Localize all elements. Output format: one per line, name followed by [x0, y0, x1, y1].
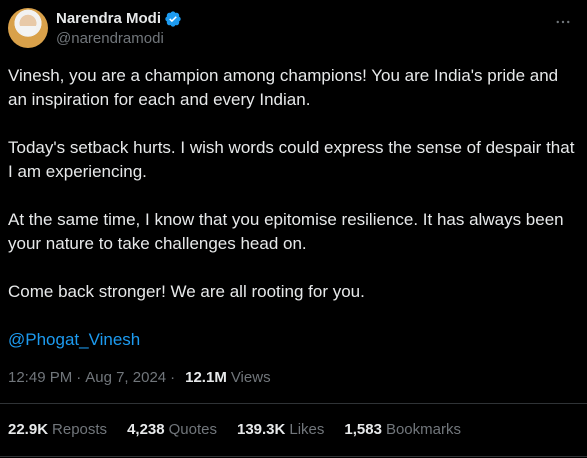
meta-separator: · [76, 369, 82, 386]
stat-number: 4,238 [127, 421, 165, 438]
stat-number: 1,583 [344, 421, 382, 438]
stat-bookmarks[interactable]: 1,583 Bookmarks [344, 420, 461, 440]
divider [0, 403, 587, 404]
tweet-paragraph: At the same time, I know that you epitom… [8, 210, 564, 253]
engagement-stats: 22.9K Reposts 4,238 Quotes 139.3K Likes … [8, 420, 481, 440]
tweet-time[interactable]: 12:49 PM [8, 368, 72, 388]
stat-label: Reposts [52, 421, 108, 438]
mention-link[interactable]: @Phogat_Vinesh [8, 328, 580, 352]
tweet-meta: 12:49 PM · Aug 7, 2024 · 12.1M Views [8, 368, 271, 388]
stat-label: Likes [289, 421, 325, 438]
meta-separator: · [170, 369, 176, 386]
stat-number: 139.3K [236, 421, 286, 438]
tweet-text: Vinesh, you are a champion among champio… [8, 64, 580, 352]
tweet-header: Narendra Modi @narendramodi [0, 0, 587, 60]
stat-number: 22.9K [8, 421, 49, 438]
avatar-detail [20, 26, 36, 36]
stat-label: Quotes [168, 421, 217, 438]
divider [0, 456, 587, 457]
tweet-date[interactable]: Aug 7, 2024 [85, 368, 166, 388]
author-handle[interactable]: @narendramodi [56, 30, 164, 48]
avatar[interactable] [8, 8, 48, 48]
tweet-paragraph: Vinesh, you are a champion among champio… [8, 66, 559, 109]
author-name-row: Narendra Modi [56, 10, 182, 28]
verified-badge-icon [164, 10, 182, 28]
more-options-icon[interactable] [553, 12, 573, 32]
views-count[interactable]: 12.1M [185, 368, 227, 388]
stat-reposts[interactable]: 22.9K Reposts [8, 420, 107, 440]
stat-quotes[interactable]: 4,238 Quotes [127, 420, 217, 440]
tweet-paragraph: Come back stronger! We are all rooting f… [8, 282, 365, 301]
stat-likes[interactable]: 139.3K Likes [237, 420, 324, 440]
tweet-paragraph: Today's setback hurts. I wish words coul… [8, 138, 575, 181]
stat-label: Bookmarks [385, 421, 461, 438]
author-name[interactable]: Narendra Modi [56, 10, 161, 28]
views-label: Views [230, 369, 271, 386]
